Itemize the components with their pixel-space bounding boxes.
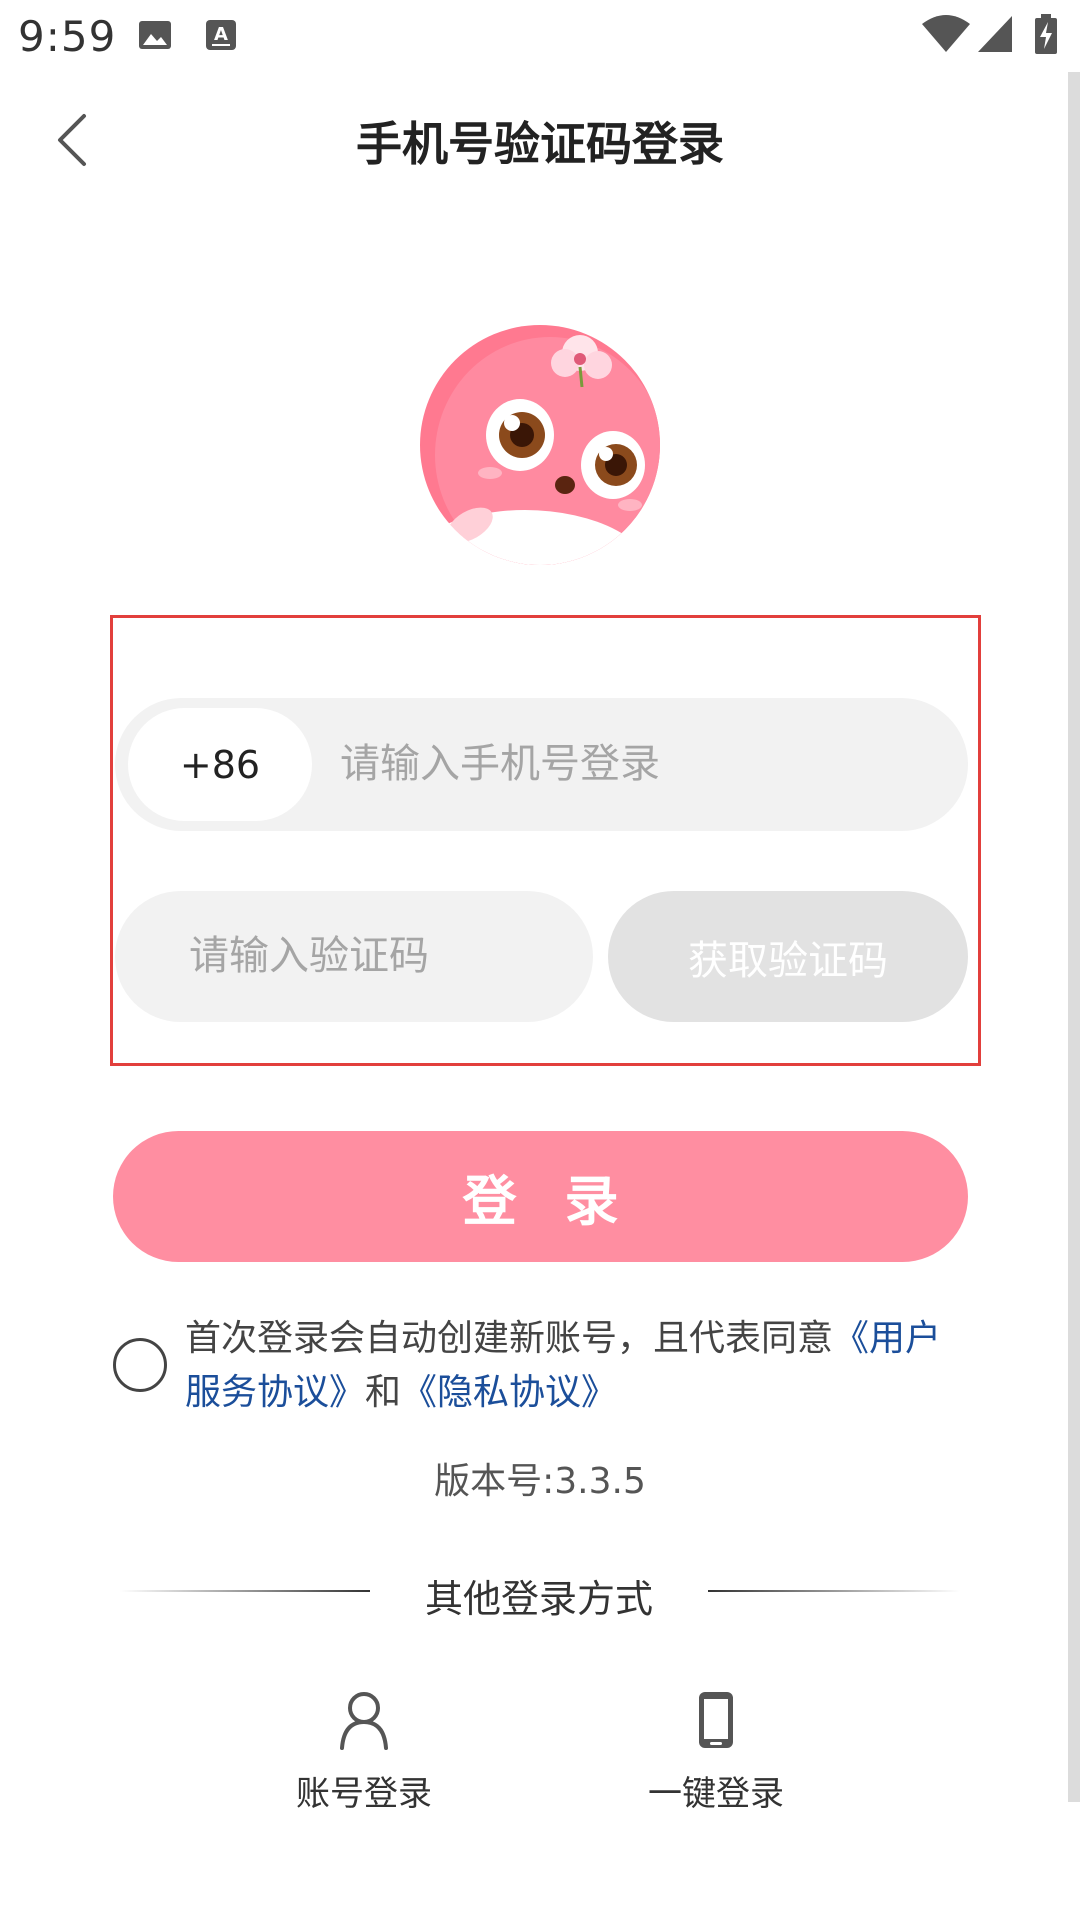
person-icon	[340, 1692, 388, 1750]
phone-input[interactable]: 请输入手机号登录	[340, 698, 660, 831]
image-icon	[139, 21, 171, 49]
signal-icon	[978, 16, 1012, 52]
get-code-button[interactable]: 获取验证码	[608, 891, 968, 1022]
status-bar: 9:59 A	[0, 0, 1080, 72]
divider-right	[708, 1590, 960, 1592]
account-login-option[interactable]: 账号登录	[274, 1690, 454, 1815]
keyboard-a-icon: A	[206, 20, 236, 50]
privacy-policy-link[interactable]: 《隐私协议》	[401, 1372, 617, 1413]
other-login-title: 其他登录方式	[424, 1577, 653, 1621]
scrollbar-track	[1068, 72, 1080, 1802]
version-label: 版本号:3.3.5	[434, 1461, 646, 1502]
mascot-avatar	[420, 325, 660, 565]
agreement-conjunction: 和	[365, 1372, 402, 1413]
verification-code-input[interactable]: 请输入验证码	[115, 891, 593, 1022]
country-code-selector[interactable]: +86	[128, 708, 312, 821]
one-click-login-option[interactable]: 一键登录	[626, 1690, 806, 1815]
account-login-label: 账号登录	[296, 1774, 432, 1814]
agreement-checkbox[interactable]	[113, 1338, 167, 1392]
agreement-text: 首次登录会自动创建新账号，且代表同意《用户服务协议》和《隐私协议》	[185, 1312, 965, 1420]
login-button[interactable]: 登录	[113, 1131, 968, 1262]
verification-code-placeholder: 请输入验证码	[189, 933, 429, 979]
phone-input-row[interactable]: +86 请输入手机号登录	[115, 698, 968, 831]
battery-charging-icon	[1035, 14, 1057, 54]
divider-left	[120, 1590, 370, 1592]
page-title: 手机号验证码登录	[356, 117, 724, 171]
agreement-statement: 首次登录会自动创建新账号，且代表同意	[185, 1318, 834, 1359]
wifi-icon	[922, 15, 970, 52]
phone-icon	[699, 1692, 733, 1748]
one-click-login-label: 一键登录	[648, 1774, 784, 1814]
svg-text:A: A	[214, 24, 228, 45]
status-time: 9:59	[18, 12, 117, 61]
